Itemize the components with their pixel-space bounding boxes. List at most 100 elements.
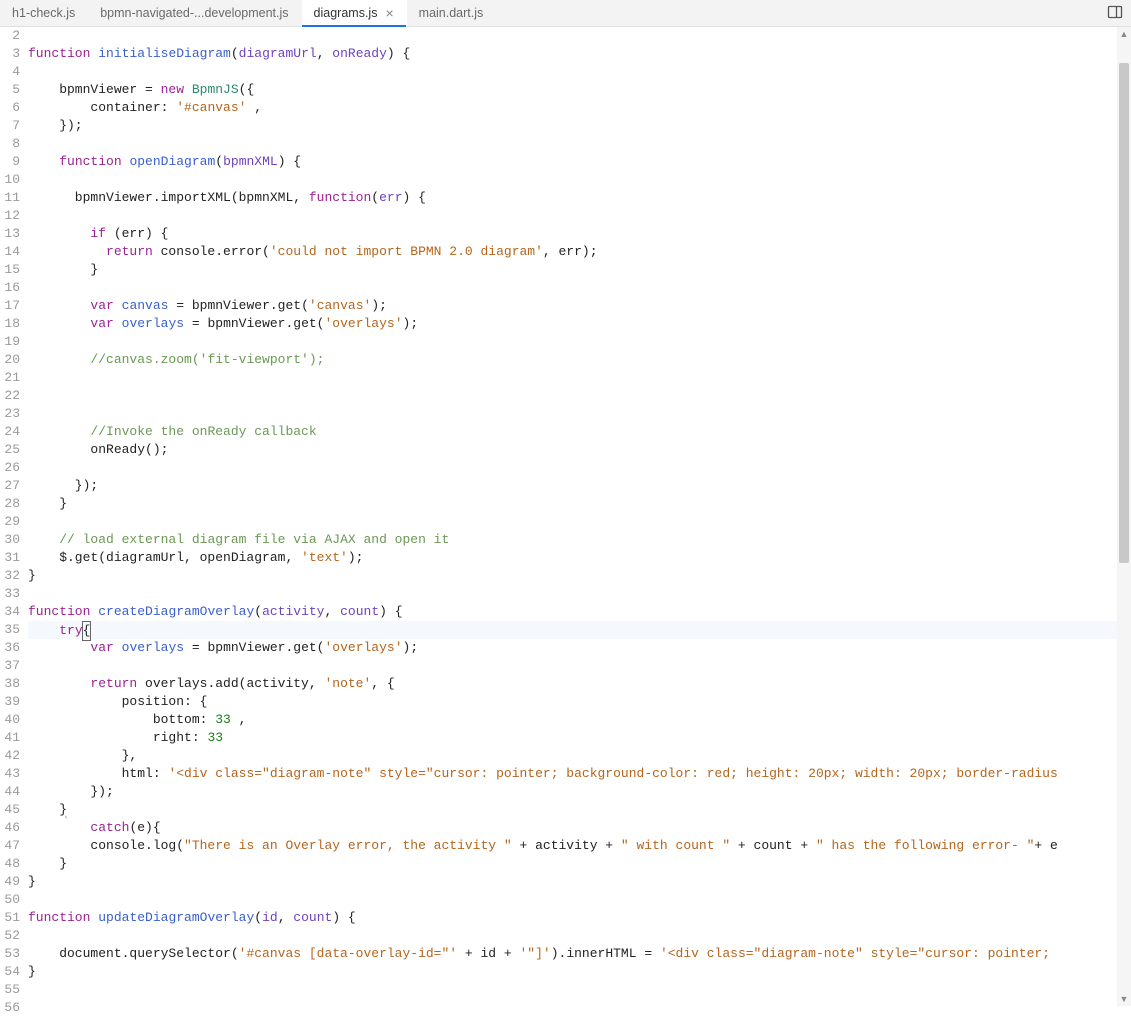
code-line[interactable]: function initialiseDiagram(diagramUrl, o… <box>28 45 1131 63</box>
code-line[interactable]: } <box>28 261 1131 279</box>
code-line[interactable]: bottom: 33 , <box>28 711 1131 729</box>
code-line[interactable] <box>28 657 1131 675</box>
code-line[interactable]: html: '<div class="diagram-note" style="… <box>28 765 1131 783</box>
code-line[interactable]: //Invoke the onReady callback <box>28 423 1131 441</box>
line-number: 13 <box>0 225 24 243</box>
line-number: 18 <box>0 315 24 333</box>
code-line[interactable]: }); <box>28 783 1131 801</box>
code-line[interactable] <box>28 927 1131 945</box>
line-number: 51 <box>0 909 24 927</box>
code-line[interactable]: bpmnViewer = new BpmnJS({ <box>28 81 1131 99</box>
line-number: 20 <box>0 351 24 369</box>
code-line[interactable] <box>28 981 1131 999</box>
code-line[interactable] <box>28 279 1131 297</box>
line-number: 42 <box>0 747 24 765</box>
code-line[interactable]: function openDiagram(bpmnXML) { <box>28 153 1131 171</box>
code-line[interactable]: container: '#canvas' , <box>28 99 1131 117</box>
code-line[interactable] <box>28 171 1131 189</box>
code-line[interactable]: var canvas = bpmnViewer.get('canvas'); <box>28 297 1131 315</box>
line-number: 40 <box>0 711 24 729</box>
code-line[interactable] <box>28 27 1131 45</box>
scrollbar-thumb[interactable] <box>1119 63 1129 563</box>
code-line[interactable] <box>28 999 1131 1006</box>
code-line[interactable]: var overlays = bpmnViewer.get('overlays'… <box>28 315 1131 333</box>
line-number: 56 <box>0 999 24 1017</box>
code-line[interactable] <box>28 333 1131 351</box>
line-number: 16 <box>0 279 24 297</box>
code-line[interactable]: }); <box>28 477 1131 495</box>
line-number: 27 <box>0 477 24 495</box>
code-line[interactable] <box>28 405 1131 423</box>
line-number: 49 <box>0 873 24 891</box>
line-number: 48 <box>0 855 24 873</box>
line-number: 23 <box>0 405 24 423</box>
line-number: 3 <box>0 45 24 63</box>
line-number: 31 <box>0 549 24 567</box>
line-number: 35 <box>0 621 24 639</box>
code-line[interactable] <box>28 207 1131 225</box>
code-line[interactable] <box>28 135 1131 153</box>
line-number: 41 <box>0 729 24 747</box>
tab-h1-check-js[interactable]: h1-check.js <box>0 0 88 26</box>
close-icon[interactable]: × <box>385 6 393 20</box>
line-number: 52 <box>0 927 24 945</box>
code-line[interactable]: return overlays.add(activity, 'note', { <box>28 675 1131 693</box>
code-line[interactable]: onReady(); <box>28 441 1131 459</box>
line-number: 7 <box>0 117 24 135</box>
line-number: 28 <box>0 495 24 513</box>
code-line[interactable]: } <box>28 873 1131 891</box>
code-line[interactable]: var overlays = bpmnViewer.get('overlays'… <box>28 639 1131 657</box>
line-number: 50 <box>0 891 24 909</box>
code-line[interactable]: return console.error('could not import B… <box>28 243 1131 261</box>
line-number: 4 <box>0 63 24 81</box>
code-line[interactable]: position: { <box>28 693 1131 711</box>
line-number: 38 <box>0 675 24 693</box>
code-line[interactable]: catch(e){ <box>28 819 1131 837</box>
code-area[interactable]: function initialiseDiagram(diagramUrl, o… <box>24 27 1131 1006</box>
code-line[interactable]: //canvas.zoom('fit-viewport'); <box>28 351 1131 369</box>
vertical-scrollbar[interactable]: ▲ ▼ <box>1117 27 1131 1006</box>
line-number: 8 <box>0 135 24 153</box>
line-number: 45 <box>0 801 24 819</box>
code-line[interactable]: if (err) { <box>28 225 1131 243</box>
code-line[interactable]: } <box>28 567 1131 585</box>
code-line[interactable]: bpmnViewer.importXML(bpmnXML, function(e… <box>28 189 1131 207</box>
line-number: 33 <box>0 585 24 603</box>
line-number: 34 <box>0 603 24 621</box>
code-line[interactable]: // load external diagram file via AJAX a… <box>28 531 1131 549</box>
code-line[interactable]: function updateDiagramOverlay(id, count)… <box>28 909 1131 927</box>
code-line[interactable]: document.querySelector('#canvas [data-ov… <box>28 945 1131 963</box>
tab-diagrams-js[interactable]: diagrams.js × <box>302 0 407 26</box>
tab-bpmn-navigated-development-js[interactable]: bpmn-navigated-...development.js <box>88 0 301 26</box>
code-line[interactable]: right: 33 <box>28 729 1131 747</box>
code-line[interactable] <box>28 387 1131 405</box>
code-line[interactable] <box>28 459 1131 477</box>
line-number: 26 <box>0 459 24 477</box>
code-line[interactable]: try{ <box>28 621 1131 639</box>
tab-main-dart-js[interactable]: main.dart.js <box>407 0 497 26</box>
scroll-up-icon[interactable]: ▲ <box>1117 27 1131 41</box>
panel-toggle-icon[interactable] <box>1107 4 1125 22</box>
code-line[interactable] <box>28 513 1131 531</box>
code-line[interactable] <box>28 369 1131 387</box>
code-line[interactable]: } <box>28 495 1131 513</box>
line-number: 11 <box>0 189 24 207</box>
code-line[interactable] <box>28 585 1131 603</box>
editor[interactable]: 2345678910111213141516171819202122232425… <box>0 27 1131 1006</box>
line-number: 9 <box>0 153 24 171</box>
scroll-down-icon[interactable]: ▼ <box>1117 992 1131 1006</box>
code-line[interactable]: } <box>28 963 1131 981</box>
code-line[interactable] <box>28 63 1131 81</box>
code-line[interactable]: console.log("There is an Overlay error, … <box>28 837 1131 855</box>
code-line[interactable]: }); <box>28 117 1131 135</box>
code-line[interactable]: } <box>28 855 1131 873</box>
tab-label: diagrams.js <box>314 6 378 20</box>
code-line[interactable]: function createDiagramOverlay(activity, … <box>28 603 1131 621</box>
line-number: 37 <box>0 657 24 675</box>
line-number: 6 <box>0 99 24 117</box>
code-line[interactable] <box>28 891 1131 909</box>
line-number: 32 <box>0 567 24 585</box>
code-line[interactable]: }, <box>28 747 1131 765</box>
code-line[interactable]: } <box>28 801 1131 819</box>
code-line[interactable]: $.get(diagramUrl, openDiagram, 'text'); <box>28 549 1131 567</box>
